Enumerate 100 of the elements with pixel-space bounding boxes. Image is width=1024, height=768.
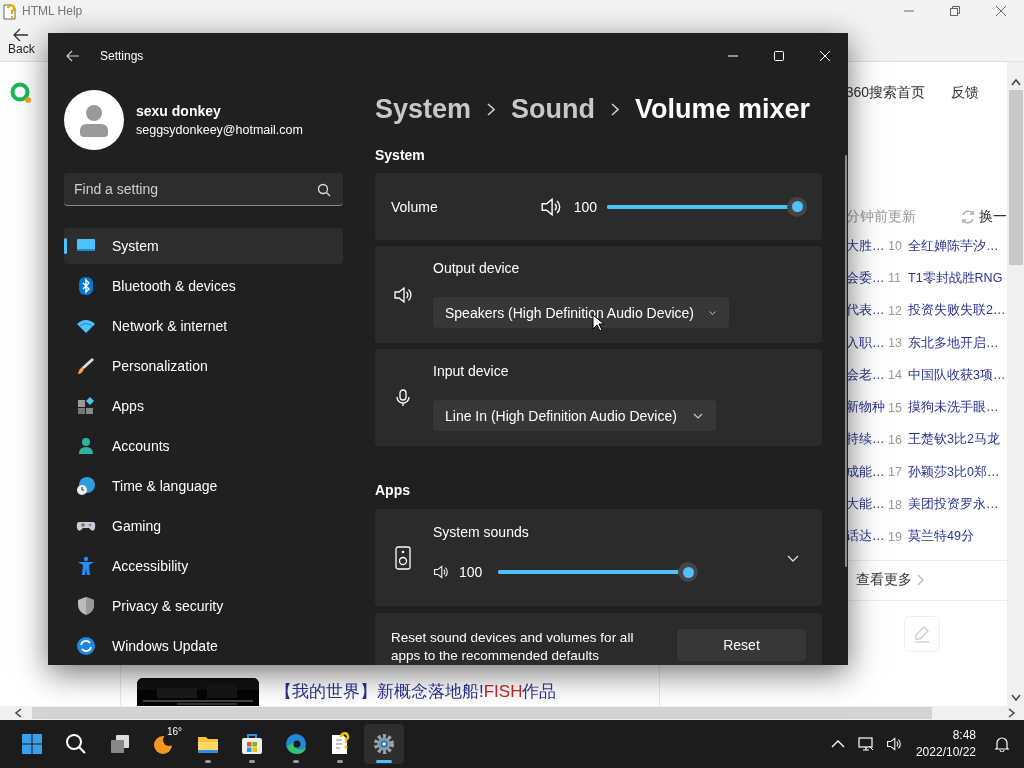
section-heading: System bbox=[375, 146, 426, 165]
top-link[interactable]: 360搜索首页 bbox=[845, 84, 925, 102]
gear-icon bbox=[372, 732, 396, 756]
network-icon bbox=[857, 736, 874, 752]
nav-item[interactable]: Apps bbox=[64, 388, 343, 424]
chevron-down-icon bbox=[1010, 694, 1021, 702]
refresh-icon bbox=[960, 209, 976, 225]
rank-number: 15 bbox=[888, 400, 903, 415]
taskbar-button[interactable] bbox=[364, 724, 404, 764]
accessibility-icon bbox=[76, 556, 96, 576]
hot-item[interactable]: 持续… bbox=[846, 431, 886, 449]
speaker-icon bbox=[433, 564, 449, 580]
rank-number: 18 bbox=[888, 497, 903, 512]
close-icon bbox=[820, 50, 830, 61]
chevron-right-icon bbox=[487, 102, 496, 116]
clock-date: 2022/10/22 bbox=[915, 744, 976, 761]
chevron-right-icon bbox=[916, 574, 924, 587]
person-icon bbox=[76, 436, 96, 456]
hot-item[interactable]: 全红婵陈芋汐… bbox=[908, 237, 999, 255]
search-icon bbox=[64, 732, 88, 756]
setting-label: Input device bbox=[433, 363, 510, 379]
rank-number: 17 bbox=[888, 465, 903, 480]
back-button[interactable]: Back bbox=[6, 27, 37, 56]
user-name: sexu donkey bbox=[136, 103, 222, 119]
reset-description: Reset sound devices and volumes for all apps to the recommended defaults bbox=[391, 629, 635, 665]
app-name: System sounds bbox=[433, 524, 530, 540]
nav-item[interactable]: Privacy & security bbox=[64, 588, 343, 624]
maximize-icon[interactable] bbox=[950, 6, 960, 16]
store-bag-icon bbox=[240, 732, 264, 756]
video-title[interactable]: 【我的世界】新概念落地船!FISH作品 bbox=[275, 680, 557, 703]
nav-item[interactable]: Bluetooth & devices bbox=[64, 268, 343, 304]
chevron-left-icon bbox=[14, 708, 22, 718]
sync-icon bbox=[76, 636, 96, 656]
nav-item[interactable]: Accessibility bbox=[64, 548, 343, 584]
search-field[interactable]: Find a setting bbox=[64, 173, 343, 206]
maximize-icon bbox=[774, 50, 784, 61]
taskbar-button[interactable]: 16° bbox=[144, 724, 184, 764]
nav-item[interactable]: Network & internet bbox=[64, 308, 343, 344]
breadcrumb-link[interactable]: Sound bbox=[511, 93, 596, 125]
back-arrow-icon[interactable] bbox=[66, 49, 80, 62]
update-time-text: 分钟前更新 bbox=[846, 208, 916, 226]
clock-time: 8:48 bbox=[952, 727, 976, 744]
hot-item[interactable]: 莫兰特49分 bbox=[908, 528, 974, 546]
device-dropdown[interactable]: Speakers (High Definition Audio Device) bbox=[433, 297, 729, 328]
page-title: Volume mixer bbox=[635, 93, 811, 125]
rank-number: 11 bbox=[888, 271, 902, 286]
scroll-thumb[interactable] bbox=[32, 707, 932, 719]
notification-icon bbox=[994, 736, 1010, 752]
horizontal-scrollbar[interactable] bbox=[0, 706, 1024, 720]
hot-item[interactable]: 摸狗未洗手眼… bbox=[908, 399, 999, 417]
arrow-left-icon bbox=[13, 27, 30, 42]
hot-item[interactable]: 孙颖莎3比0郑… bbox=[908, 463, 1000, 481]
rank-number: 19 bbox=[888, 529, 903, 544]
rank-number: 10 bbox=[888, 239, 903, 254]
temperature-badge: 16° bbox=[165, 726, 183, 738]
hot-item[interactable]: 成能… bbox=[846, 463, 886, 481]
rank-number: 16 bbox=[888, 432, 903, 447]
hot-item[interactable]: 王楚钦3比2马龙 bbox=[908, 431, 1000, 449]
nav-item[interactable]: Personalization bbox=[64, 348, 343, 384]
logo-icon bbox=[10, 82, 32, 104]
speaker-device-icon bbox=[395, 545, 411, 570]
shield-icon bbox=[76, 596, 96, 616]
reset-button[interactable]: Reset bbox=[677, 629, 806, 661]
rank-number: 12 bbox=[888, 303, 903, 318]
browser-swirl-icon bbox=[284, 732, 308, 756]
nav-item[interactable]: Windows Update bbox=[64, 628, 343, 664]
window-title: HTML Help bbox=[22, 4, 83, 18]
close-icon[interactable] bbox=[996, 6, 1006, 16]
slider-thumb[interactable] bbox=[787, 196, 807, 217]
top-link[interactable]: 反馈 bbox=[951, 84, 979, 102]
windows-stack-icon bbox=[108, 732, 132, 756]
setting-label: Volume bbox=[391, 198, 438, 215]
device-dropdown[interactable]: Line In (High Definition Audio Device) bbox=[433, 400, 716, 431]
section-heading: Apps bbox=[375, 481, 411, 500]
hot-item[interactable]: 新物种 bbox=[846, 399, 886, 417]
nav-item[interactable]: System bbox=[64, 228, 343, 264]
breadcrumb-link[interactable]: System bbox=[375, 93, 472, 125]
volume-value: 100 bbox=[573, 198, 597, 215]
hot-item[interactable]: 中国队收获3项… bbox=[908, 366, 1006, 384]
scrollbar[interactable] bbox=[845, 155, 847, 567]
hot-item[interactable]: 东北多地开启… bbox=[908, 334, 999, 352]
speaker-icon bbox=[885, 736, 902, 752]
nav-item[interactable]: Time & language bbox=[64, 468, 343, 504]
brush-icon bbox=[76, 356, 96, 376]
hot-item[interactable]: 美团投资罗永… bbox=[908, 496, 999, 513]
volume-value: 100 bbox=[459, 564, 483, 580]
nav-item[interactable]: Gaming bbox=[64, 508, 343, 544]
nav-item[interactable]: Accounts bbox=[64, 428, 343, 464]
slider-thumb[interactable] bbox=[678, 562, 699, 582]
speaker-icon bbox=[393, 284, 413, 305]
rank-number: 13 bbox=[888, 336, 903, 351]
search-icon bbox=[317, 183, 331, 197]
refresh-button[interactable]: 换一 bbox=[960, 208, 1007, 226]
scroll-thumb[interactable] bbox=[1008, 90, 1023, 265]
bluetooth-icon bbox=[76, 276, 96, 296]
hot-item[interactable]: 投资失败失联2… bbox=[908, 302, 1006, 320]
start-icon bbox=[20, 732, 44, 756]
vertical-scrollbar[interactable] bbox=[1007, 62, 1024, 706]
hot-item[interactable]: T1零封战胜RNG bbox=[908, 269, 1003, 287]
chevron-right-icon bbox=[1008, 708, 1016, 718]
